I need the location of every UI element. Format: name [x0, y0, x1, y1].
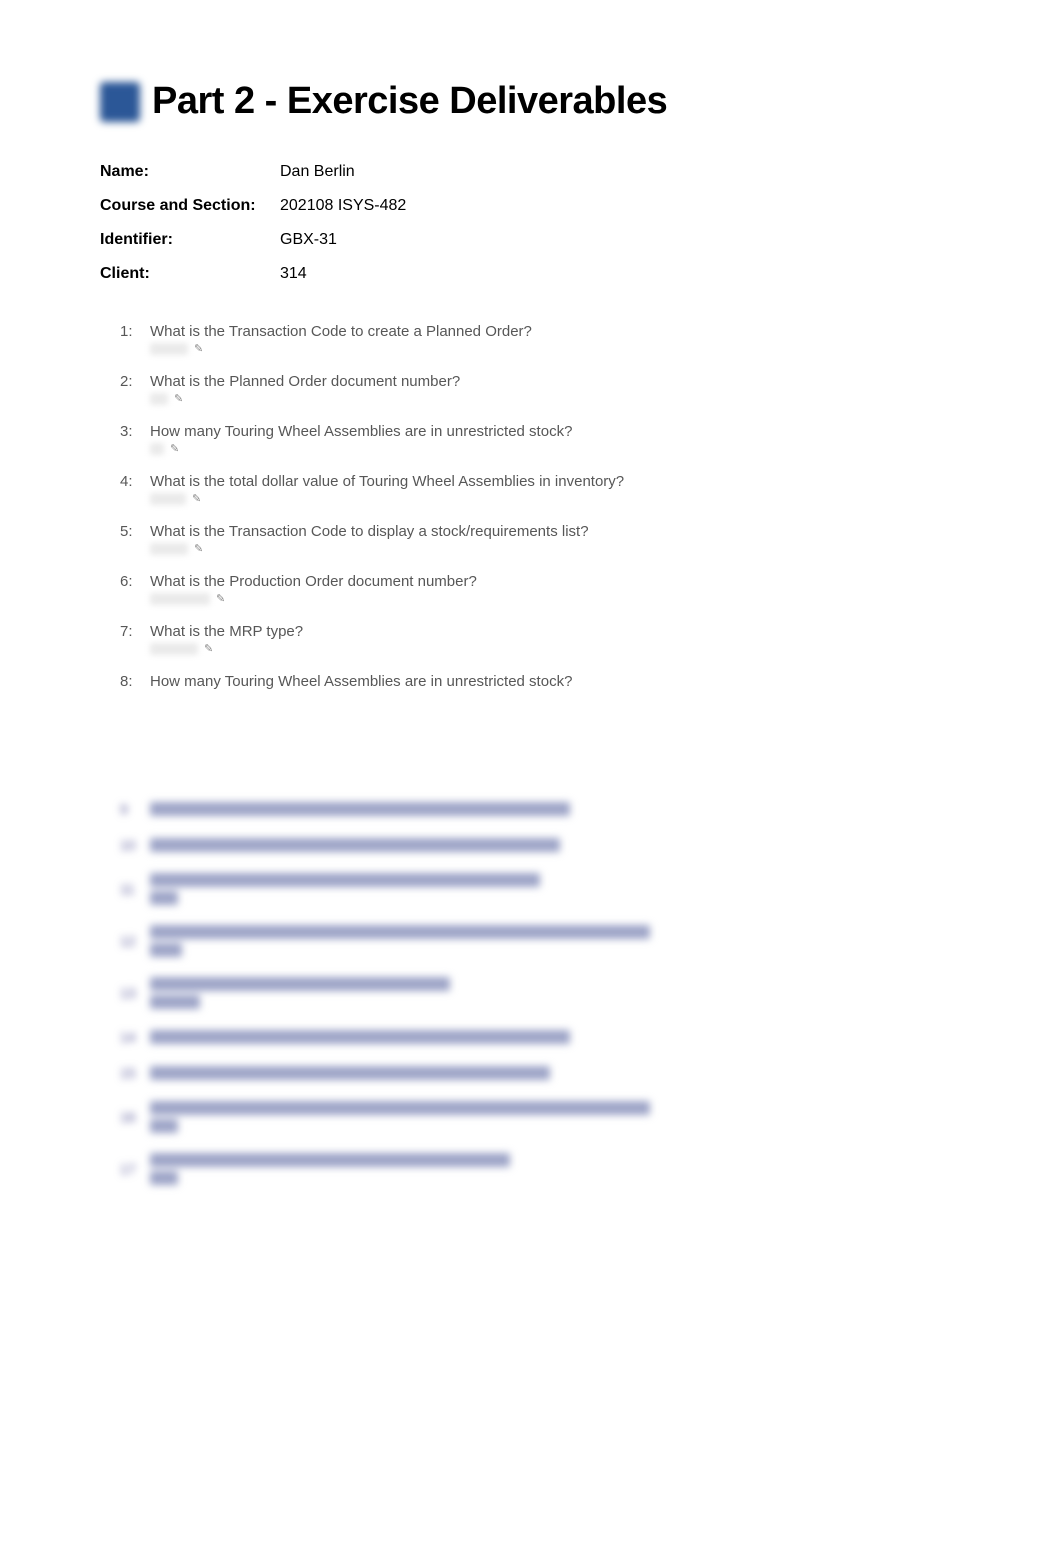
- blurred-section: 9 10 11 12 13 14 15 16 17: [120, 801, 962, 1185]
- blurred-bar: [150, 1066, 550, 1080]
- question-item: How many Touring Wheel Assemblies are in…: [120, 673, 962, 703]
- meta-identifier: Identifier: GBX-31: [100, 231, 962, 249]
- blurred-content: [150, 1101, 650, 1133]
- blurred-number: 11: [120, 881, 150, 897]
- blurred-number: 17: [120, 1161, 150, 1177]
- answer-line: ✎: [150, 442, 962, 455]
- meta-client-label: Client:: [100, 265, 280, 283]
- blurred-content: [150, 838, 560, 852]
- pencil-icon: ✎: [174, 392, 183, 405]
- blurred-content: [150, 1153, 510, 1185]
- blurred-row: 15: [120, 1065, 962, 1081]
- meta-course: Course and Section: 202108 ISYS-482: [100, 197, 962, 215]
- question-item: What is the Transaction Code to display …: [120, 523, 962, 555]
- blurred-number: 9: [120, 801, 150, 817]
- blurred-row: 13: [120, 977, 962, 1009]
- answer-line: ✎: [150, 342, 962, 355]
- blurred-bar: [150, 943, 182, 957]
- redacted-answer: [150, 543, 188, 555]
- blurred-bar: [150, 1171, 178, 1185]
- redacted-answer: [150, 343, 188, 355]
- page-title: Part 2 - Exercise Deliverables: [152, 80, 667, 123]
- answer-line: ✎: [150, 642, 962, 655]
- blurred-row: 11: [120, 873, 962, 905]
- blurred-bar: [150, 873, 540, 887]
- redacted-answer: [150, 643, 198, 655]
- meta-course-label: Course and Section:: [100, 197, 280, 215]
- blurred-row: 17: [120, 1153, 962, 1185]
- question-item: What is the total dollar value of Tourin…: [120, 473, 962, 505]
- question-item: What is the MRP type? ✎: [120, 623, 962, 655]
- blurred-number: 10: [120, 837, 150, 853]
- meta-name-value: Dan Berlin: [280, 163, 355, 181]
- blurred-content: [150, 925, 650, 957]
- redacted-answer: [150, 393, 168, 405]
- blurred-row: 12: [120, 925, 962, 957]
- answer-line: ✎: [150, 392, 962, 405]
- blurred-bar: [150, 891, 178, 905]
- blurred-number: 13: [120, 985, 150, 1001]
- question-text: What is the Production Order document nu…: [150, 573, 962, 590]
- blurred-bar: [150, 838, 560, 852]
- blurred-content: [150, 873, 540, 905]
- blurred-content: [150, 1066, 550, 1080]
- blurred-bar: [150, 995, 200, 1009]
- redacted-answer: [150, 443, 164, 455]
- question-text: What is the Transaction Code to display …: [150, 523, 962, 540]
- answer-line: ✎: [150, 492, 962, 505]
- gap: [100, 721, 962, 801]
- meta-client: Client: 314: [100, 265, 962, 283]
- blurred-content: [150, 1030, 570, 1044]
- pencil-icon: ✎: [170, 442, 179, 455]
- redacted-answer: [150, 593, 210, 605]
- blurred-content: [150, 802, 570, 816]
- meta-block: Name: Dan Berlin Course and Section: 202…: [100, 163, 962, 283]
- blurred-bar: [150, 1119, 178, 1133]
- blurred-bar: [150, 925, 650, 939]
- blurred-bar: [150, 1101, 650, 1115]
- blurred-content: [150, 977, 450, 1009]
- blurred-bar: [150, 802, 570, 816]
- question-text: How many Touring Wheel Assemblies are in…: [150, 423, 962, 440]
- blurred-bar: [150, 977, 450, 991]
- meta-name: Name: Dan Berlin: [100, 163, 962, 181]
- meta-identifier-value: GBX-31: [280, 231, 337, 249]
- pencil-icon: ✎: [204, 642, 213, 655]
- blurred-row: 14: [120, 1029, 962, 1045]
- title-icon: [100, 82, 140, 122]
- question-item: What is the Planned Order document numbe…: [120, 373, 962, 405]
- question-item: What is the Production Order document nu…: [120, 573, 962, 605]
- answer-line: ✎: [150, 542, 962, 555]
- question-item: What is the Transaction Code to create a…: [120, 323, 962, 355]
- blurred-row: 16: [120, 1101, 962, 1133]
- blurred-bar: [150, 1153, 510, 1167]
- question-text: What is the MRP type?: [150, 623, 962, 640]
- pencil-icon: ✎: [194, 342, 203, 355]
- blurred-number: 14: [120, 1029, 150, 1045]
- question-text: What is the total dollar value of Tourin…: [150, 473, 962, 490]
- meta-identifier-label: Identifier:: [100, 231, 280, 249]
- blurred-bar: [150, 1030, 570, 1044]
- blurred-row: 9: [120, 801, 962, 817]
- pencil-icon: ✎: [216, 592, 225, 605]
- meta-name-label: Name:: [100, 163, 280, 181]
- pencil-icon: ✎: [194, 542, 203, 555]
- meta-client-value: 314: [280, 265, 307, 283]
- pencil-icon: ✎: [192, 492, 201, 505]
- blurred-number: 15: [120, 1065, 150, 1081]
- question-text: How many Touring Wheel Assemblies are in…: [150, 673, 962, 690]
- title-row: Part 2 - Exercise Deliverables: [100, 80, 962, 123]
- answer-line: ✎: [150, 592, 962, 605]
- redacted-answer: [150, 493, 186, 505]
- question-text: What is the Planned Order document numbe…: [150, 373, 962, 390]
- blurred-number: 16: [120, 1109, 150, 1125]
- question-text: What is the Transaction Code to create a…: [150, 323, 962, 340]
- question-item: How many Touring Wheel Assemblies are in…: [120, 423, 962, 455]
- question-list: What is the Transaction Code to create a…: [120, 323, 962, 703]
- meta-course-value: 202108 ISYS-482: [280, 197, 406, 215]
- blurred-number: 12: [120, 933, 150, 949]
- blurred-row: 10: [120, 837, 962, 853]
